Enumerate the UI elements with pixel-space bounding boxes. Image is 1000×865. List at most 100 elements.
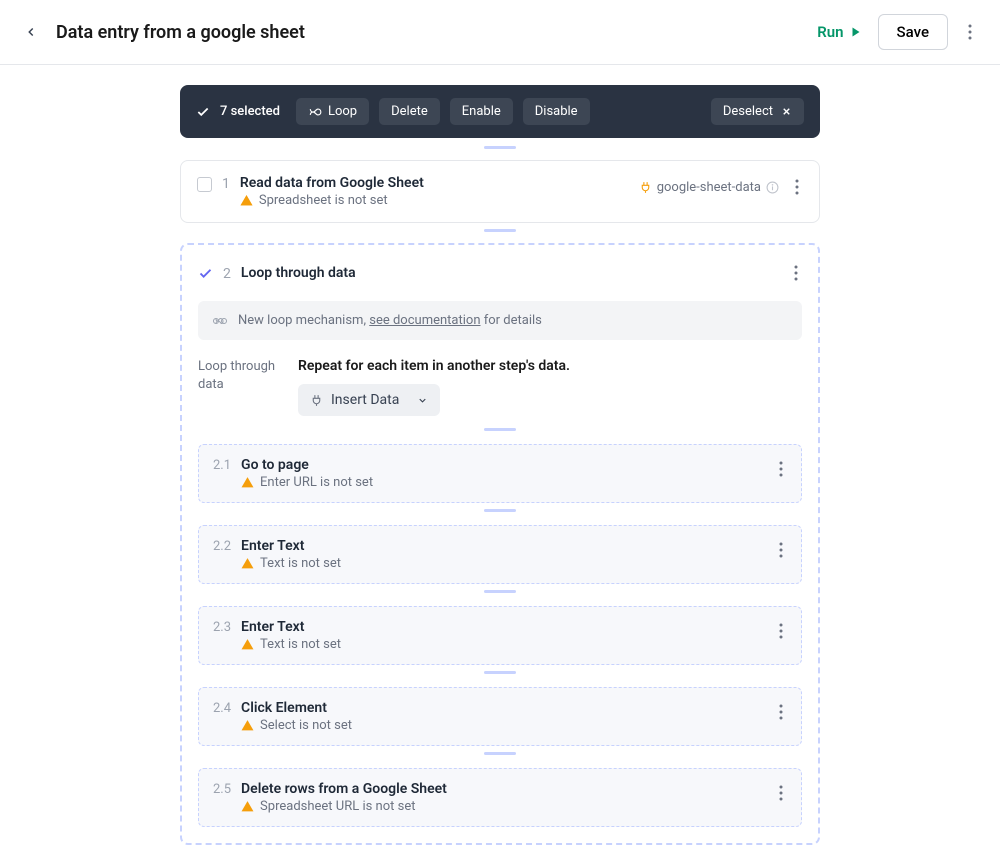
step-title: Enter Text xyxy=(241,619,341,635)
sub-step[interactable]: 2.1 Go to page Enter URL is not set xyxy=(198,444,802,503)
step-title: Delete rows from a Google Sheet xyxy=(241,781,447,797)
step-number: 2.1 xyxy=(213,458,231,473)
warning-text: Enter URL is not set xyxy=(260,475,373,490)
loop-check-icon[interactable] xyxy=(198,266,213,281)
loop-container: 2 Loop through data New loop mechanism, … xyxy=(180,243,820,845)
insert-label: Insert Data xyxy=(331,392,399,408)
step-title: Click Element xyxy=(241,700,352,716)
step-warning: Select is not set xyxy=(241,718,352,733)
step-number: 1 xyxy=(222,176,230,192)
step-tag: google-sheet-data xyxy=(639,180,779,195)
connector xyxy=(198,671,802,681)
delete-button[interactable]: Delete xyxy=(379,98,440,125)
step-title: Go to page xyxy=(241,457,373,473)
step-number: 2.2 xyxy=(213,539,231,554)
run-label: Run xyxy=(817,23,843,41)
disable-button[interactable]: Disable xyxy=(523,98,590,125)
step-number: 2.5 xyxy=(213,782,231,797)
step-warning: Spreadsheet URL is not set xyxy=(241,799,447,814)
doc-link[interactable]: see documentation xyxy=(369,313,480,328)
step-more-icon[interactable] xyxy=(775,781,787,805)
step-left: 1 Read data from Google Sheet Spreadshee… xyxy=(197,175,424,208)
plug-icon xyxy=(639,181,652,194)
step-warning: Enter URL is not set xyxy=(241,475,373,490)
info-icon[interactable] xyxy=(766,181,779,194)
page-header: Data entry from a google sheet Run Save xyxy=(0,0,1000,65)
run-button[interactable]: Run xyxy=(817,23,861,41)
header-left: Data entry from a google sheet xyxy=(24,22,305,43)
step-warning: Text is not set xyxy=(241,637,341,652)
warning-text: Text is not set xyxy=(260,556,341,571)
selection-toolbar: 7 selected Loop Delete Enable Disable De… xyxy=(180,85,820,138)
loop-header: 2 Loop through data xyxy=(198,261,802,285)
banner-text: New loop mechanism, see documentation fo… xyxy=(238,313,542,328)
connector xyxy=(198,509,802,519)
step-left: 2.1 Go to page Enter URL is not set xyxy=(213,457,373,490)
loop-number: 2 xyxy=(223,266,231,282)
play-icon xyxy=(850,26,862,38)
step-more-icon[interactable] xyxy=(775,457,787,481)
step-more-icon[interactable] xyxy=(775,619,787,643)
step-title: Enter Text xyxy=(241,538,341,554)
sub-step[interactable]: 2.5 Delete rows from a Google Sheet Spread… xyxy=(198,768,802,827)
step-body: Read data from Google Sheet Spreadsheet … xyxy=(240,175,424,208)
step-card-1[interactable]: 1 Read data from Google Sheet Spreadshee… xyxy=(180,160,820,223)
warning-icon xyxy=(241,638,254,651)
config-label: Loop through data xyxy=(198,358,278,416)
connector xyxy=(198,590,802,600)
more-icon[interactable] xyxy=(964,20,976,44)
toolbar-left: 7 selected Loop Delete Enable Disable xyxy=(196,98,590,125)
connector xyxy=(198,428,802,438)
back-icon[interactable] xyxy=(24,25,38,39)
loop-button[interactable]: Loop xyxy=(296,98,369,125)
step-left: 2.5 Delete rows from a Google Sheet Spread… xyxy=(213,781,447,814)
loop-more-icon[interactable] xyxy=(790,261,802,285)
step-number: 2.3 xyxy=(213,620,231,635)
checkbox[interactable] xyxy=(197,177,212,192)
warning-text: Select is not set xyxy=(260,718,352,733)
step-warning: Spreadsheet is not set xyxy=(240,193,424,208)
sub-step[interactable]: 2.2 Enter Text Text is not set xyxy=(198,525,802,584)
step-body: Delete rows from a Google Sheet Spreadshe… xyxy=(241,781,447,814)
step-body: Enter Text Text is not set xyxy=(241,619,341,652)
selected-count: 7 selected xyxy=(220,104,280,119)
sub-step[interactable]: 2.4 Click Element Select is not set xyxy=(198,687,802,746)
insert-data-button[interactable]: Insert Data xyxy=(298,384,440,416)
info-banner: New loop mechanism, see documentation fo… xyxy=(198,301,802,340)
step-more-icon[interactable] xyxy=(775,700,787,724)
step-body: Enter Text Text is not set xyxy=(241,538,341,571)
infinity-icon xyxy=(308,107,322,117)
close-icon xyxy=(781,106,792,117)
sub-step[interactable]: 2.3 Enter Text Text is not set xyxy=(198,606,802,665)
loop-header-left: 2 Loop through data xyxy=(198,265,356,282)
warning-icon xyxy=(241,800,254,813)
deselect-button[interactable]: Deselect xyxy=(711,98,804,125)
warning-icon xyxy=(241,557,254,570)
chevron-down-icon xyxy=(417,395,428,406)
warning-text: Spreadsheet URL is not set xyxy=(260,799,415,814)
loop-title: Loop through data xyxy=(241,265,356,281)
step-body: Click Element Select is not set xyxy=(241,700,352,733)
step-number: 2.4 xyxy=(213,701,231,716)
step-warning: Text is not set xyxy=(241,556,341,571)
header-right: Run Save xyxy=(817,14,976,50)
step-more-icon[interactable] xyxy=(791,175,803,199)
step-body: Go to page Enter URL is not set xyxy=(241,457,373,490)
check-icon xyxy=(196,105,210,119)
warning-text: Spreadsheet is not set xyxy=(259,193,388,208)
enable-button[interactable]: Enable xyxy=(450,98,513,125)
warning-text: Text is not set xyxy=(260,637,341,652)
connector xyxy=(180,235,820,243)
connector xyxy=(198,752,802,762)
main-content: 7 selected Loop Delete Enable Disable De… xyxy=(170,85,830,845)
step-title: Read data from Google Sheet xyxy=(240,175,424,191)
warning-icon xyxy=(241,476,254,489)
loop-config: Loop through data Repeat for each item i… xyxy=(198,358,802,416)
save-button[interactable]: Save xyxy=(878,14,948,50)
step-left: 2.2 Enter Text Text is not set xyxy=(213,538,341,571)
step-right: google-sheet-data xyxy=(639,175,803,199)
plug-icon xyxy=(310,394,323,407)
warning-icon xyxy=(241,719,254,732)
step-more-icon[interactable] xyxy=(775,538,787,562)
step-left: 2.4 Click Element Select is not set xyxy=(213,700,352,733)
